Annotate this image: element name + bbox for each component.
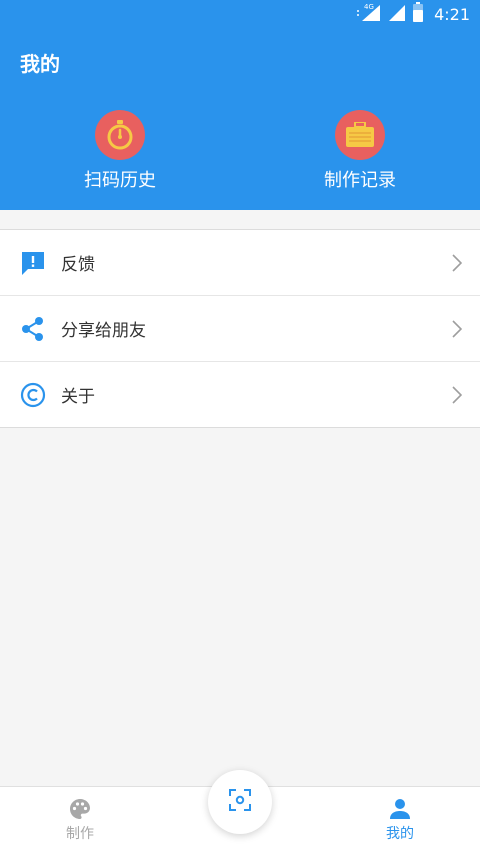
menu-item-label: 反馈 [61, 255, 95, 275]
signal-icon: 4G [356, 3, 382, 25]
copyright-icon [20, 382, 46, 408]
stopwatch-icon [95, 110, 145, 160]
person-icon [360, 797, 440, 821]
nav-label-mine: 我的 [386, 826, 414, 842]
chevron-right-icon [452, 385, 463, 404]
scan-icon [228, 788, 252, 816]
settings-menu: 反馈 分享给朋友 关于 [0, 229, 480, 428]
status-time: 4:21 [434, 4, 470, 24]
briefcase-icon [335, 110, 385, 160]
menu-item-about[interactable]: 关于 [0, 361, 480, 427]
make-records-label: 制作记录 [324, 170, 396, 191]
network-type-label: 4G [364, 3, 374, 11]
feedback-icon [20, 250, 46, 276]
page-title: 我的 [20, 52, 60, 76]
menu-item-feedback[interactable]: 反馈 [0, 230, 480, 295]
share-icon [20, 316, 46, 342]
header: 4G 4:21 我的 扫码历史 制作记录 [0, 0, 480, 210]
quick-actions: 扫码历史 制作记录 [0, 110, 480, 200]
nav-label-make: 制作 [66, 826, 94, 842]
make-records-button[interactable]: 制作记录 [290, 110, 430, 192]
chevron-right-icon [452, 253, 463, 272]
battery-icon [412, 2, 424, 26]
menu-item-share[interactable]: 分享给朋友 [0, 295, 480, 361]
scan-history-button[interactable]: 扫码历史 [50, 110, 190, 192]
menu-item-label: 关于 [61, 387, 95, 407]
status-bar: 4G 4:21 [0, 0, 480, 28]
signal-icon [388, 3, 406, 25]
nav-item-make[interactable]: 制作 [40, 797, 120, 843]
status-icons: 4G 4:21 [356, 2, 470, 26]
chevron-right-icon [452, 319, 463, 338]
nav-item-mine[interactable]: 我的 [360, 797, 440, 843]
menu-item-label: 分享给朋友 [61, 321, 146, 341]
scan-history-label: 扫码历史 [84, 170, 156, 191]
palette-icon [40, 797, 120, 821]
scan-button[interactable] [208, 770, 272, 834]
